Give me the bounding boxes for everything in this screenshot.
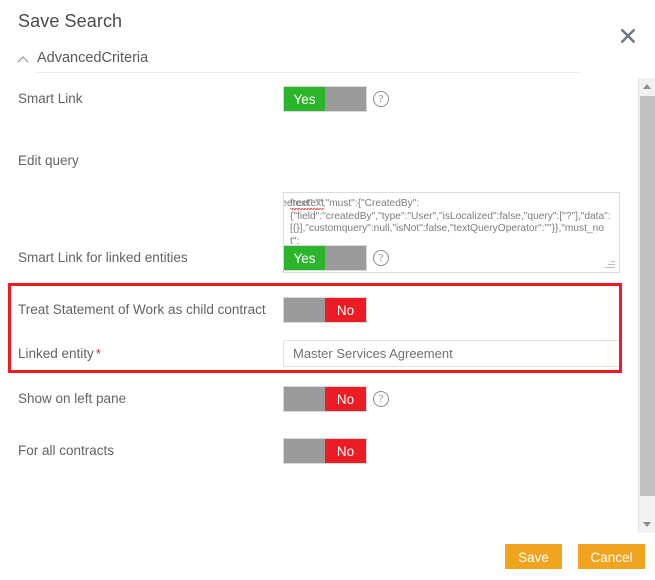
linked-entity-label: Linked entity* bbox=[18, 346, 101, 361]
required-marker: * bbox=[96, 346, 101, 361]
smart-link-toggle-track bbox=[325, 87, 366, 111]
row-show-on-left-pane: Show on left pane No ? bbox=[0, 378, 628, 422]
smart-link-toggle[interactable]: Yes bbox=[283, 86, 367, 112]
row-smart-link: Smart Link Yes ? bbox=[0, 78, 628, 122]
treat-sow-toggle-no: No bbox=[325, 298, 366, 322]
vertical-scrollbar[interactable] bbox=[638, 78, 655, 533]
edit-query-label: Edit query bbox=[18, 153, 79, 168]
triangle-down-icon[interactable] bbox=[639, 516, 655, 533]
show-left-pane-toggle-track bbox=[284, 387, 325, 411]
chevron-up-icon bbox=[18, 54, 29, 65]
smart-link-toggle-yes: Yes bbox=[284, 87, 325, 111]
for-all-contracts-toggle-no: No bbox=[325, 439, 366, 463]
smart-link-linked-entities-toggle-track bbox=[325, 246, 366, 270]
dialog-footer: Save Cancel bbox=[0, 533, 655, 580]
linked-entity-label-text: Linked entity bbox=[18, 346, 94, 361]
show-on-left-pane-help-icon[interactable]: ? bbox=[373, 391, 389, 407]
smart-link-linked-entities-help-icon[interactable]: ? bbox=[373, 250, 389, 266]
query-line-2: {"field":"createdBy","type":"User","isLo… bbox=[290, 211, 611, 222]
treat-sow-child-contract-toggle[interactable]: No bbox=[283, 297, 367, 323]
row-smart-link-linked-entities: Smart Link for linked entities Yes ? bbox=[0, 237, 628, 281]
smart-link-linked-entities-label: Smart Link for linked entities bbox=[18, 250, 188, 265]
row-edit-query: Edit query freetext{"freetext":"","must"… bbox=[0, 122, 628, 237]
smart-link-linked-entities-toggle[interactable]: Yes bbox=[283, 245, 367, 271]
show-on-left-pane-toggle[interactable]: No bbox=[283, 386, 367, 412]
save-button[interactable]: Save bbox=[505, 544, 562, 569]
page-title: Save Search bbox=[18, 11, 122, 32]
query-line-1: {"freetext":"","must":{"CreatedBy": bbox=[283, 198, 419, 209]
smart-link-help-icon[interactable]: ? bbox=[373, 91, 389, 107]
linked-entity-input[interactable] bbox=[283, 340, 620, 367]
for-all-contracts-label: For all contracts bbox=[18, 443, 114, 458]
row-for-all-contracts: For all contracts No bbox=[0, 430, 628, 474]
advanced-criteria-section-header[interactable]: AdvancedCriteria bbox=[18, 50, 148, 66]
row-linked-entity: Linked entity* bbox=[0, 332, 628, 378]
smart-link-linked-entities-toggle-yes: Yes bbox=[284, 246, 325, 270]
for-all-contracts-toggle[interactable]: No bbox=[283, 438, 367, 464]
triangle-up-icon[interactable] bbox=[639, 78, 655, 95]
form-scroll-area: Smart Link Yes ? Edit query freetext{"fr… bbox=[0, 78, 628, 533]
section-divider bbox=[35, 72, 580, 73]
treat-sow-toggle-track bbox=[284, 298, 325, 322]
save-search-dialog: Save Search ✕ AdvancedCriteria Smart Lin… bbox=[0, 0, 655, 580]
smart-link-label: Smart Link bbox=[18, 91, 83, 106]
show-left-pane-toggle-no: No bbox=[325, 387, 366, 411]
cancel-button[interactable]: Cancel bbox=[578, 544, 645, 569]
for-all-contracts-toggle-track bbox=[284, 439, 325, 463]
close-icon[interactable]: ✕ bbox=[615, 24, 641, 50]
treat-sow-child-contract-label: Treat Statement of Work as child contrac… bbox=[18, 302, 266, 317]
show-on-left-pane-label: Show on left pane bbox=[18, 391, 126, 406]
advanced-criteria-label: AdvancedCriteria bbox=[37, 50, 148, 66]
scrollbar-thumb[interactable] bbox=[640, 96, 655, 496]
row-treat-sow-child-contract: Treat Statement of Work as child contrac… bbox=[0, 289, 628, 333]
